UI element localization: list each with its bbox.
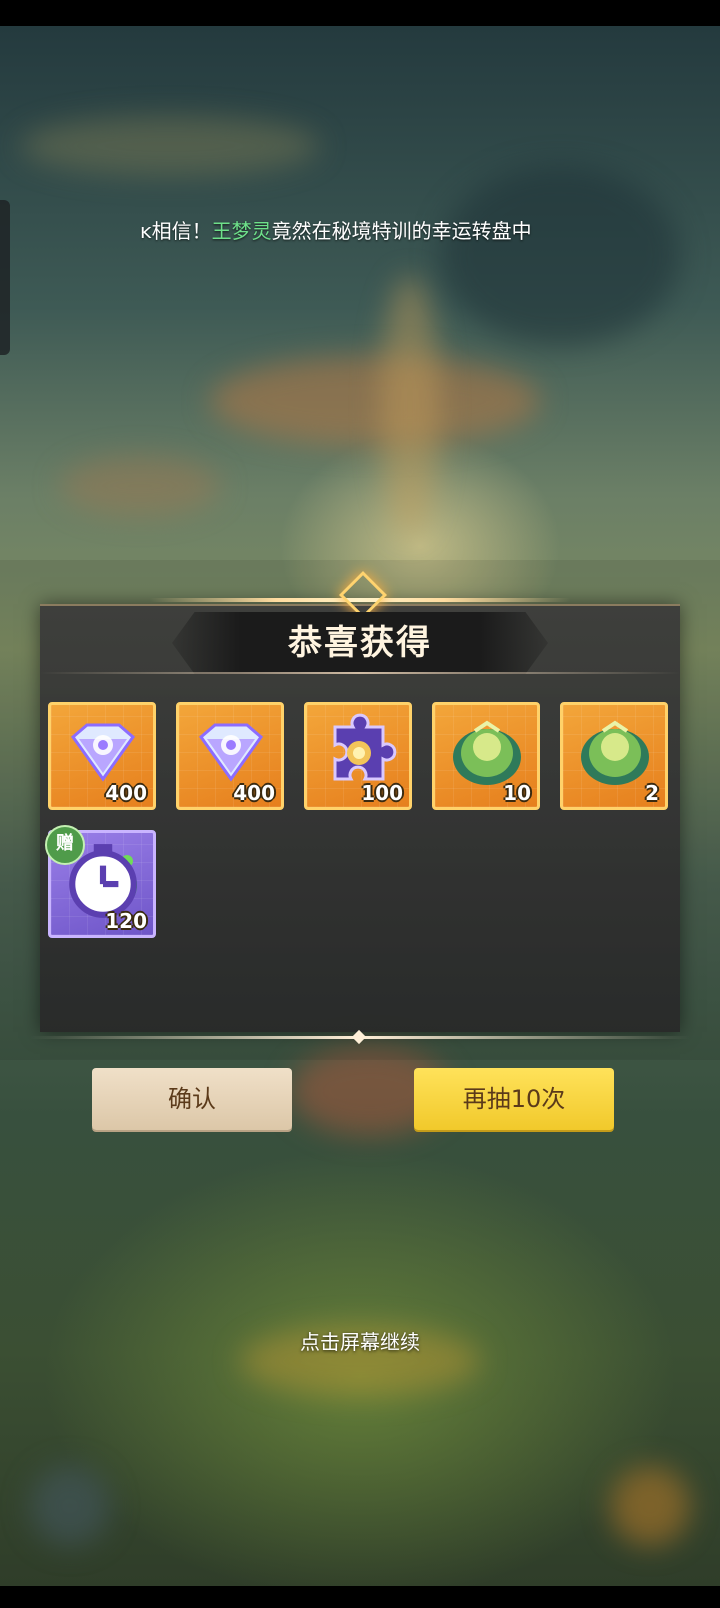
confirm-button[interactable]: 确认 bbox=[92, 1068, 292, 1130]
item-quantity: 400 bbox=[105, 781, 147, 805]
reward-item-cabbage-1[interactable]: 10 bbox=[432, 702, 540, 810]
item-quantity: 400 bbox=[233, 781, 275, 805]
item-quantity: 2 bbox=[645, 781, 659, 805]
marquee-player-name: 王梦灵 bbox=[211, 219, 272, 243]
item-quantity: 10 bbox=[503, 781, 531, 805]
reward-item-diamond-2[interactable]: 400 bbox=[176, 702, 284, 810]
announcement-marquee: ᴋ相信！王梦灵竟然在秘境特训的幸运转盘中 bbox=[140, 212, 572, 250]
tap-to-continue-hint: 点击屏幕继续 bbox=[300, 1330, 420, 1354]
item-quantity: 100 bbox=[361, 781, 403, 805]
marquee-suffix: 竟然在秘境特训的幸运转盘中 bbox=[271, 219, 532, 243]
reward-item-diamond-1[interactable]: 400 bbox=[48, 702, 156, 810]
draw-again-button[interactable]: 再抽10次 bbox=[414, 1068, 614, 1130]
item-quantity: 120 bbox=[105, 909, 147, 933]
side-drawer-handle[interactable] bbox=[0, 200, 10, 355]
marquee-prefix: ᴋ相信！ bbox=[140, 219, 212, 243]
reward-item-puzzle[interactable]: 100 bbox=[304, 702, 412, 810]
title-divider bbox=[40, 672, 680, 674]
navigation-bar bbox=[0, 1586, 720, 1608]
reward-item-slime-orb[interactable]: 赠 120 bbox=[45, 825, 156, 938]
panel-title: 恭喜获得 bbox=[288, 623, 432, 663]
reward-item-cabbage-2[interactable]: 2 bbox=[560, 702, 668, 810]
status-bar bbox=[0, 0, 720, 26]
